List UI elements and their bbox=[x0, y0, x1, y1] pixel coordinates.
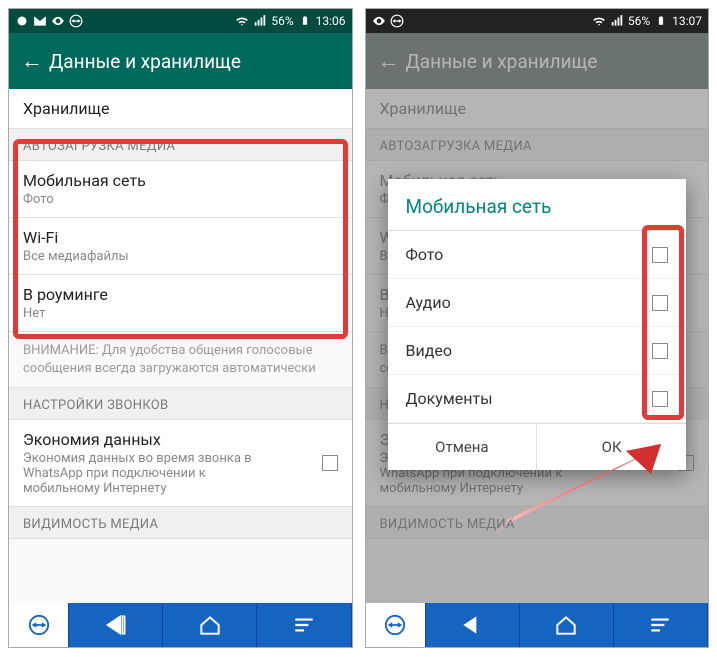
circle-icon bbox=[15, 14, 29, 28]
statusbar: 56% 13:07 bbox=[366, 9, 709, 33]
economy-checkbox[interactable] bbox=[322, 455, 338, 471]
item-sub: Все медиафайлы bbox=[23, 249, 338, 264]
option-audio[interactable]: Аудио bbox=[388, 279, 687, 327]
signal-icon bbox=[253, 14, 267, 28]
clock: 13:07 bbox=[672, 14, 702, 28]
mobile-network-dialog: Мобильная сеть Фото Аудио Видео Документ… bbox=[388, 179, 687, 470]
nav-back[interactable] bbox=[69, 603, 163, 647]
nav-recent[interactable] bbox=[614, 603, 708, 647]
nav-home[interactable] bbox=[520, 603, 614, 647]
wifi-item[interactable]: Wi-Fi Все медиафайлы bbox=[9, 218, 352, 275]
nav-recent[interactable] bbox=[257, 603, 351, 647]
item-title: Мобильная сеть bbox=[23, 171, 338, 190]
dialog-title: Мобильная сеть bbox=[388, 179, 687, 231]
photo-checkbox[interactable] bbox=[652, 247, 668, 263]
eye-icon bbox=[372, 14, 386, 28]
statusbar: 56% 13:06 bbox=[9, 9, 352, 33]
item-sub: Нет bbox=[23, 306, 338, 321]
appbar: ← Данные и хранилище bbox=[9, 33, 352, 89]
navbar bbox=[9, 603, 352, 647]
navbar bbox=[366, 603, 709, 647]
option-docs[interactable]: Документы bbox=[388, 375, 687, 423]
wifi-icon bbox=[592, 14, 606, 28]
battery-icon bbox=[654, 14, 668, 28]
dialog-buttons: Отмена ОК bbox=[388, 423, 687, 470]
section-autoload: АВТОЗАГРУЗКА МЕДИА bbox=[9, 129, 352, 161]
teamviewer-icon bbox=[69, 14, 83, 28]
mail-icon bbox=[33, 14, 47, 28]
item-title: Wi-Fi bbox=[23, 228, 338, 247]
battery-percent: 56% bbox=[271, 14, 293, 28]
item-sub: Экономия данных во время звонка в WhatsA… bbox=[23, 451, 273, 496]
item-title: В роуминге bbox=[23, 285, 338, 304]
section-calls: НАСТРОЙКИ ЗВОНКОВ bbox=[9, 388, 352, 420]
nav-teamviewer[interactable] bbox=[9, 603, 69, 647]
nav-teamviewer[interactable] bbox=[366, 603, 426, 647]
nav-home[interactable] bbox=[163, 603, 257, 647]
item-title: Экономия данных bbox=[23, 430, 338, 449]
storage-item[interactable]: Хранилище bbox=[9, 89, 352, 129]
battery-icon bbox=[298, 14, 312, 28]
nav-back[interactable] bbox=[426, 603, 520, 647]
section-visibility: ВИДИМОСТЬ МЕДИА bbox=[9, 507, 352, 539]
item-title: Хранилище bbox=[23, 99, 338, 118]
settings-content: Хранилище АВТОЗАГРУЗКА МЕДИА Мобильная с… bbox=[9, 89, 352, 603]
battery-percent: 56% bbox=[628, 14, 650, 28]
ok-button[interactable]: ОК bbox=[537, 424, 686, 470]
video-checkbox[interactable] bbox=[652, 343, 668, 359]
option-video[interactable]: Видео bbox=[388, 327, 687, 375]
mobile-network-item[interactable]: Мобильная сеть Фото bbox=[9, 161, 352, 218]
audio-checkbox[interactable] bbox=[652, 295, 668, 311]
teamviewer-icon bbox=[390, 14, 404, 28]
appbar-title: Данные и хранилище bbox=[49, 50, 241, 73]
option-photo[interactable]: Фото bbox=[388, 231, 687, 279]
cancel-button[interactable]: Отмена bbox=[388, 424, 538, 470]
eye-icon bbox=[51, 14, 65, 28]
phone-right: 56% 13:07 ← Данные и хранилище Хранилище… bbox=[365, 8, 710, 648]
data-economy-item[interactable]: Экономия данных Экономия данных во время… bbox=[9, 420, 352, 507]
option-label: Видео bbox=[406, 341, 452, 360]
wifi-icon bbox=[235, 14, 249, 28]
roaming-item[interactable]: В роуминге Нет bbox=[9, 275, 352, 332]
phone-left: 56% 13:06 ← Данные и хранилище Хранилище… bbox=[8, 8, 353, 648]
item-sub: Фото bbox=[23, 192, 338, 207]
option-label: Документы bbox=[406, 389, 493, 408]
back-button[interactable]: ← bbox=[21, 48, 49, 74]
voice-note: ВНИМАНИЕ: Для удобства общения голосовые… bbox=[9, 332, 352, 388]
signal-icon bbox=[610, 14, 624, 28]
clock: 13:06 bbox=[316, 14, 346, 28]
option-label: Аудио bbox=[406, 293, 451, 312]
option-label: Фото bbox=[406, 245, 444, 264]
docs-checkbox[interactable] bbox=[652, 391, 668, 407]
